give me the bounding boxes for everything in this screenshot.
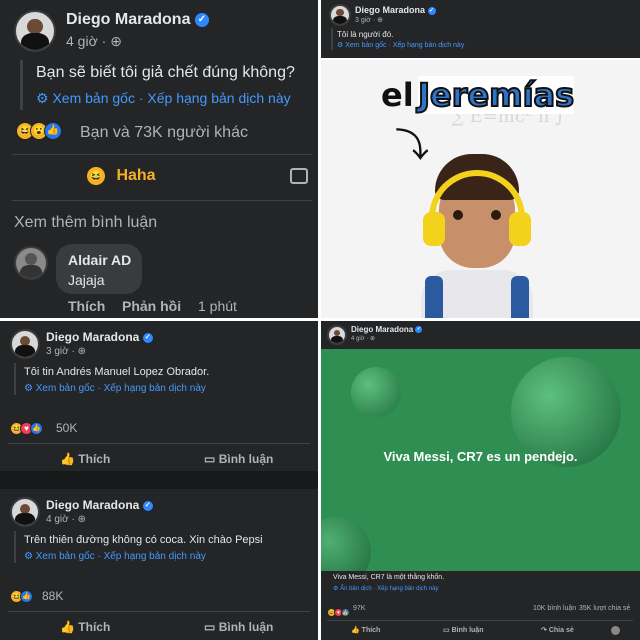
post-panel-3: Diego Maradona ✓ 3 giờ · ⊕ Tôi tin André… xyxy=(0,321,318,640)
comment-button[interactable]: ▭ Bình luận xyxy=(443,626,483,634)
meme-name: Jeremías xyxy=(417,75,575,115)
shares-count[interactable]: 35K lượt chia sẻ xyxy=(579,605,630,612)
rate-translation-link[interactable]: · Xếp hạng bản dịch này xyxy=(139,90,291,106)
globe-icon: ⊕ xyxy=(77,346,86,357)
gear-icon: ⚙ xyxy=(36,90,49,106)
comment-icon: ▭ xyxy=(204,452,216,466)
post-meta: 4 giờ · ⊕ xyxy=(66,33,122,49)
like-icon: 👍 xyxy=(44,122,62,140)
hide-translation-link[interactable]: Ẩn bản dịch xyxy=(340,586,372,592)
like-button[interactable]: 👍 Thích xyxy=(60,620,110,634)
like-button[interactable]: 👍 Thích xyxy=(60,452,110,466)
see-original-link[interactable]: Xem bản gốc xyxy=(36,383,95,394)
globe-icon: ⊕ xyxy=(369,336,375,342)
commenter-avatar[interactable] xyxy=(14,246,48,280)
post-meta: 4 giờ · ⊕ xyxy=(46,514,86,525)
post-text: Trên thiên đường không có coca. Xin chào… xyxy=(24,534,263,546)
like-icon: 👍 xyxy=(30,422,43,436)
post-text: Bạn sẽ biết tôi giả chết đúng không? xyxy=(36,64,295,81)
comment-time: 1 phút xyxy=(198,298,237,314)
avatar[interactable] xyxy=(10,497,40,527)
post-card: Diego Maradona ✓ 3 giờ · ⊕ Tôi tin André… xyxy=(0,321,318,471)
comment-like[interactable]: Thích xyxy=(68,298,105,314)
reactions-count[interactable]: 88K xyxy=(42,589,63,603)
post-panel-2: Diego Maradona ✓ 3 giờ · ⊕ Tôi là người … xyxy=(321,0,640,318)
post-meta: 3 giờ · ⊕ xyxy=(355,17,383,24)
post-meta: 4 giờ · ⊕ xyxy=(351,336,375,342)
post-text: Tôi là người đó. xyxy=(337,30,394,39)
avatar[interactable] xyxy=(14,10,56,52)
rate-translation-link[interactable]: · Xếp hạng bản dịch này xyxy=(373,586,438,592)
comment-reply[interactable]: Phản hồi xyxy=(122,298,181,314)
comment-icon[interactable] xyxy=(290,168,308,184)
post-panel-4: Diego Maradona ✓ 4 giờ · ⊕ Viva Messi, C… xyxy=(321,321,640,640)
reactions-count[interactable]: 97K xyxy=(353,605,365,612)
avatar[interactable] xyxy=(329,4,351,26)
gear-icon: ⚙ xyxy=(24,383,33,394)
verified-icon: ✓ xyxy=(142,500,153,511)
post-image[interactable]: Viva Messi, CR7 es un pendejo. xyxy=(321,349,640,571)
gear-icon: ⚙ xyxy=(333,586,339,592)
comment-button[interactable]: ▭ Bình luận xyxy=(204,452,273,466)
rate-translation-link[interactable]: · Xếp hạng bản dịch này xyxy=(97,383,205,394)
post-author[interactable]: Diego Maradona ✓ xyxy=(351,325,423,334)
like-icon: 👍 xyxy=(60,620,75,634)
like-icon: 👍 xyxy=(341,608,350,618)
gear-icon: ⚙ xyxy=(24,551,33,562)
post-author[interactable]: Diego Maradona ✓ xyxy=(46,498,153,512)
soccer-ball xyxy=(351,367,401,417)
reactions-text[interactable]: Bạn và 73K người khác xyxy=(80,124,248,142)
rate-translation-link[interactable]: · Xếp hạng bản dịch này xyxy=(388,42,464,49)
soccer-ball xyxy=(321,517,371,571)
reaction-row[interactable]: 😆 ♥ 👍 xyxy=(10,420,43,438)
post-caption: Viva Messi, CR7 là một thằng khốn. xyxy=(333,574,445,581)
globe-icon: ⊕ xyxy=(110,33,122,49)
see-original-link[interactable]: Xem bản gốc xyxy=(36,551,95,562)
gear-icon: ⚙ xyxy=(337,42,344,49)
post-panel-1: Diego Maradona ✓ 4 giờ · ⊕ Bạn sẽ biết t… xyxy=(0,0,318,318)
meme-el: el xyxy=(381,76,414,114)
see-original-link[interactable]: Xem bản gốc xyxy=(52,90,135,106)
reaction-row[interactable]: 😆👍 xyxy=(10,588,33,606)
globe-icon: ⊕ xyxy=(77,514,86,525)
like-icon: 👍 xyxy=(20,590,33,604)
rate-translation-link[interactable]: · Xếp hạng bản dịch này xyxy=(97,551,205,562)
comments-count[interactable]: 10K bình luận xyxy=(533,605,576,612)
share-button[interactable]: ↷ Chia sẻ xyxy=(541,626,574,634)
post-author[interactable]: Diego Maradona ✓ xyxy=(66,11,209,29)
verified-icon: ✓ xyxy=(142,332,153,343)
post-image-text: Viva Messi, CR7 es un pendejo. xyxy=(383,449,578,464)
see-original-link[interactable]: Xem bản gốc xyxy=(345,42,386,49)
more-comments-link[interactable]: Xem thêm bình luận xyxy=(14,214,157,232)
post-text: Tôi tin Andrés Manuel Lopez Obrador. xyxy=(24,366,210,378)
meme-image[interactable]: ∑ E=mc² π ∫ el Jeremías ⤵ xyxy=(321,60,640,318)
verified-icon: ✓ xyxy=(415,326,423,334)
profile-menu-icon[interactable] xyxy=(611,626,620,635)
post-author[interactable]: Diego Maradona ✓ xyxy=(46,330,153,344)
comment-button[interactable]: ▭ Bình luận xyxy=(204,620,273,634)
verified-icon: ✓ xyxy=(427,6,436,15)
like-button[interactable]: 👍 Thích xyxy=(351,626,380,634)
globe-icon: ⊕ xyxy=(377,17,383,24)
avatar[interactable] xyxy=(327,325,347,345)
reaction-row[interactable]: 😆😮👍 xyxy=(16,122,62,140)
share-icon: ↷ xyxy=(541,627,547,634)
boy-photo xyxy=(407,150,547,318)
haha-icon: 😆 xyxy=(86,166,106,186)
haha-button[interactable]: 😆 Haha xyxy=(86,166,156,186)
comment-text: Jajaja xyxy=(68,272,105,288)
post-meta: 3 giờ · ⊕ xyxy=(46,346,86,357)
post-author[interactable]: Diego Maradona ✓ xyxy=(355,5,436,15)
post-card: Diego Maradona ✓ 4 giờ · ⊕ Trên thiên đư… xyxy=(0,489,318,640)
like-icon: 👍 xyxy=(60,452,75,466)
like-icon: 👍 xyxy=(351,627,360,634)
comment-author[interactable]: Aldair AD xyxy=(68,252,131,268)
reactions-count[interactable]: 50K xyxy=(56,421,77,435)
comment-icon: ▭ xyxy=(204,620,216,634)
verified-icon: ✓ xyxy=(194,12,209,27)
avatar[interactable] xyxy=(10,329,40,359)
comment-icon: ▭ xyxy=(443,627,450,634)
